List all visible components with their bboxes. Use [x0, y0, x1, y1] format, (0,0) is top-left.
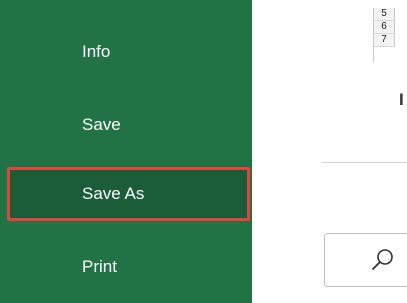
row-header: 5	[374, 8, 395, 21]
sidebar-item-label: Info	[82, 42, 111, 61]
sidebar-item-save-as[interactable]: Save As	[7, 167, 250, 221]
sidebar-item-print[interactable]: Print	[7, 240, 250, 294]
truncated-heading: I	[399, 90, 404, 109]
sidebar-item-label: Print	[82, 257, 117, 276]
search-box[interactable]	[324, 233, 407, 287]
sidebar-item-label: Save	[82, 115, 121, 134]
backstage-sidebar: Info Save Save As Print	[0, 0, 252, 303]
backstage-view: Info Save Save As Print 5 6 7 I	[0, 0, 407, 303]
row-header: 7	[374, 34, 395, 47]
divider	[322, 162, 407, 163]
backstage-content: 5 6 7 I	[252, 0, 407, 303]
search-icon	[372, 249, 393, 270]
row-header: 6	[374, 21, 395, 34]
sidebar-item-save[interactable]: Save	[7, 98, 250, 152]
sidebar-item-label: Save As	[82, 184, 145, 203]
sidebar-item-info[interactable]: Info	[7, 25, 250, 79]
sheet-preview-thumbnail: 5 6 7	[373, 8, 407, 62]
